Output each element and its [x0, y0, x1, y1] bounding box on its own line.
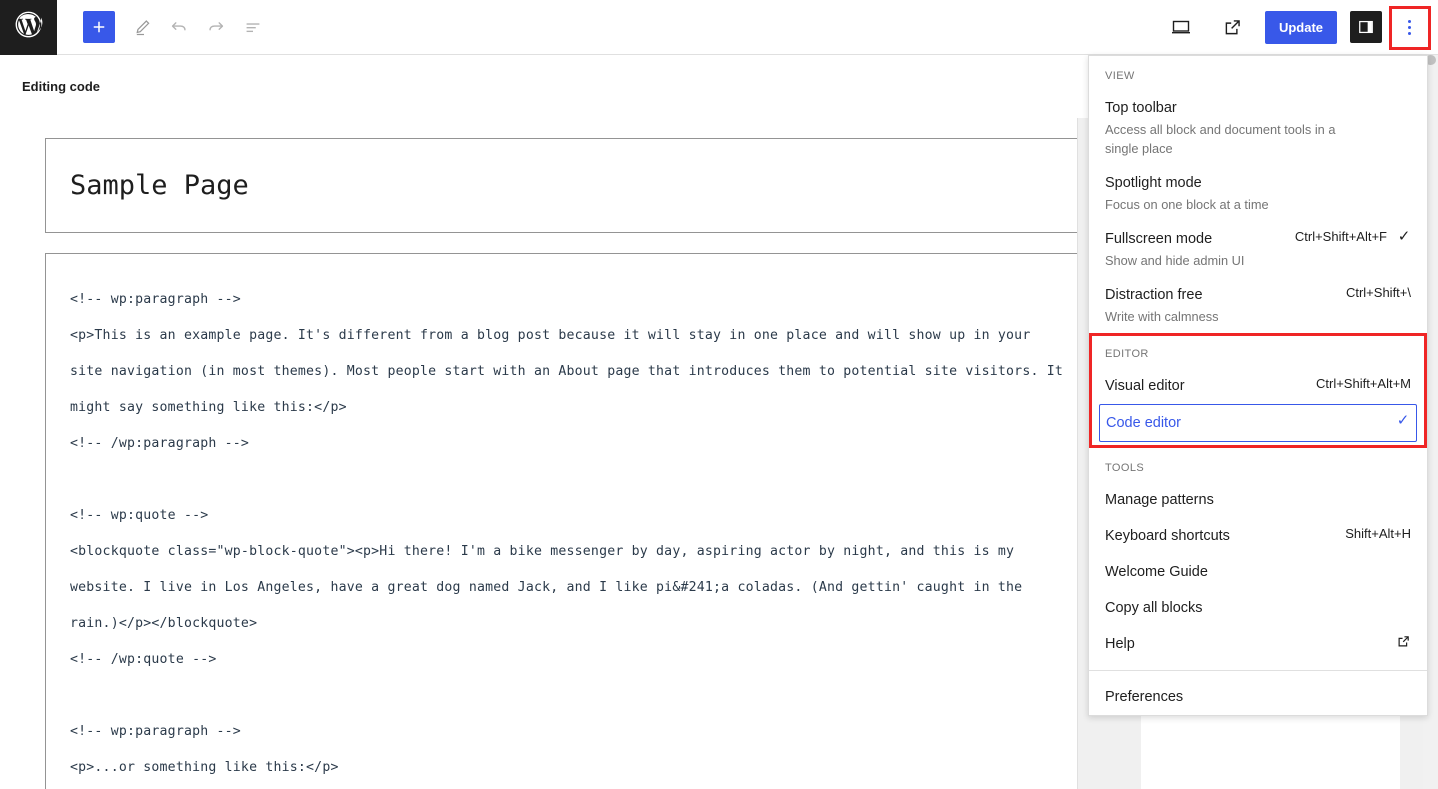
menu-item-label: Code editor [1106, 412, 1388, 434]
document-list-view-button[interactable] [235, 9, 271, 45]
menu-item-code-editor[interactable]: Code editor ✓ [1099, 404, 1417, 442]
menu-group-editor: EDITOR Visual editor Ctrl+Shift+Alt+M Code … [1089, 333, 1427, 448]
editor-top-toolbar: Update [0, 0, 1438, 55]
menu-item-keyboard-shortcuts[interactable]: Keyboard shortcuts Shift+Alt+H [1089, 518, 1427, 554]
settings-sidebar-toggle-button[interactable] [1350, 11, 1382, 43]
undo-button[interactable] [161, 9, 197, 45]
menu-item-spotlight-mode[interactable]: Spotlight modeFocus on one block at a ti… [1089, 165, 1427, 221]
code-editor-content: <!-- wp:paragraph --> <p>This is an exam… [70, 282, 1068, 786]
sidebar-panel-icon [1356, 17, 1376, 37]
preview-button[interactable] [1163, 9, 1199, 45]
menu-item-description: Show and hide admin UI [1105, 251, 1287, 270]
update-button[interactable]: Update [1265, 11, 1337, 44]
menu-item-right [1396, 633, 1411, 654]
menu-item-main: Distraction freeWrite with calmness [1105, 284, 1338, 326]
undo-arrow-icon [168, 16, 190, 38]
redo-button[interactable] [198, 9, 234, 45]
menu-item-main: Spotlight modeFocus on one block at a ti… [1105, 172, 1403, 214]
menu-group-misc: Preferences [1089, 671, 1427, 715]
menu-item-fullscreen-mode[interactable]: Fullscreen modeShow and hide admin UI Ctr… [1089, 221, 1427, 277]
menu-item-shortcut: Ctrl+Shift+Alt+M [1316, 376, 1411, 391]
menu-item-label: Top toolbar [1105, 97, 1403, 119]
menu-item-shortcut: Shift+Alt+H [1345, 526, 1411, 541]
menu-item-distraction-free[interactable]: Distraction freeWrite with calmness Ctrl+… [1089, 277, 1427, 333]
menu-item-main: Copy all blocks [1105, 597, 1403, 619]
post-title-field[interactable]: Sample Page [45, 138, 1077, 233]
menu-item-visual-editor[interactable]: Visual editor Ctrl+Shift+Alt+M [1089, 368, 1427, 404]
list-view-icon [242, 16, 264, 38]
kebab-vertical-dots-icon [1408, 20, 1411, 23]
menu-item-right: ✓ [1396, 412, 1410, 428]
menu-item-shortcut: Ctrl+Shift+Alt+F [1295, 229, 1387, 244]
menu-item-shortcut: Ctrl+Shift+\ [1346, 285, 1411, 300]
toolbar-right-group: Update [1163, 8, 1438, 46]
menu-item-label: Copy all blocks [1105, 597, 1403, 619]
tools-edit-button[interactable] [124, 9, 160, 45]
menu-item-label: Visual editor [1105, 375, 1308, 397]
menu-item-right: Shift+Alt+H [1345, 525, 1411, 541]
code-editor-canvas: Sample Page <!-- wp:paragraph --> <p>Thi… [0, 118, 1077, 789]
menu-group-tools: TOOLS Manage patterns Keyboard shortcuts Sh… [1089, 448, 1427, 662]
menu-item-main: Top toolbarAccess all block and document… [1105, 97, 1403, 158]
editing-code-label: Editing code [0, 79, 100, 94]
desktop-preview-icon [1169, 15, 1193, 39]
menu-item-right: Ctrl+Shift+Alt+F ✓ [1295, 228, 1411, 244]
menu-item-top-toolbar[interactable]: Top toolbarAccess all block and document… [1089, 90, 1427, 165]
menu-item-label: Help [1105, 633, 1388, 655]
menu-item-main: Visual editor [1105, 375, 1308, 397]
wordpress-logo-button[interactable] [0, 0, 57, 55]
menu-item-description: Access all block and document tools in a… [1105, 120, 1355, 158]
menu-group-label: VIEW [1089, 56, 1427, 90]
menu-item-label: Spotlight mode [1105, 172, 1403, 194]
menu-item-main: Code editor [1106, 412, 1388, 434]
menu-item-welcome-guide[interactable]: Welcome Guide [1089, 554, 1427, 590]
wordpress-logo-icon [13, 9, 44, 45]
menu-item-label: Distraction free [1105, 284, 1338, 306]
plus-icon [90, 18, 108, 36]
redo-arrow-icon [205, 16, 227, 38]
options-dropdown-menu: VIEW Top toolbarAccess all block and docu… [1088, 55, 1428, 716]
wordpress-block-editor: Update Editing code Exit code editor [0, 0, 1438, 789]
menu-item-main: Keyboard shortcuts [1105, 525, 1337, 547]
menu-group-view: VIEW Top toolbarAccess all block and docu… [1089, 56, 1427, 333]
menu-item-copy-all-blocks[interactable]: Copy all blocks [1089, 590, 1427, 626]
toolbar-left-group [57, 9, 273, 45]
kebab-dot-2 [1408, 26, 1411, 29]
menu-item-label: Manage patterns [1105, 489, 1403, 511]
menu-item-main: Fullscreen modeShow and hide admin UI [1105, 228, 1287, 270]
menu-item-manage-patterns[interactable]: Manage patterns [1089, 482, 1427, 518]
code-editor-textarea[interactable]: <!-- wp:paragraph --> <p>This is an exam… [45, 253, 1077, 789]
menu-item-right: Ctrl+Shift+Alt+M [1316, 375, 1411, 391]
view-site-button[interactable] [1215, 9, 1251, 45]
add-block-button[interactable] [83, 11, 115, 43]
menu-item-label: Welcome Guide [1105, 561, 1403, 583]
kebab-dot-3 [1408, 32, 1411, 35]
menu-group-label: EDITOR [1089, 334, 1427, 368]
menu-item-main: Welcome Guide [1105, 561, 1403, 583]
menu-item-label: Keyboard shortcuts [1105, 525, 1337, 547]
menu-item-right: Ctrl+Shift+\ [1346, 284, 1411, 300]
menu-group-label: TOOLS [1089, 448, 1427, 482]
menu-item-main: Preferences [1105, 686, 1403, 708]
menu-item-main: Manage patterns [1105, 489, 1403, 511]
menu-item-description: Focus on one block at a time [1105, 195, 1355, 214]
post-title-value: Sample Page [46, 170, 249, 201]
menu-item-label: Preferences [1105, 686, 1403, 708]
external-link-icon [1222, 17, 1243, 38]
menu-item-preferences[interactable]: Preferences [1089, 679, 1427, 715]
external-link-icon [1396, 634, 1411, 654]
menu-spacer [1089, 671, 1427, 679]
options-menu-container [1391, 8, 1427, 46]
checkmark-icon: ✓ [1397, 229, 1411, 244]
options-menu-button[interactable] [1393, 11, 1425, 43]
menu-item-main: Help [1105, 633, 1388, 655]
checkmark-icon: ✓ [1396, 413, 1410, 428]
pencil-edit-icon [132, 17, 153, 38]
menu-item-description: Write with calmness [1105, 307, 1338, 326]
menu-item-label: Fullscreen mode [1105, 228, 1287, 250]
menu-item-help[interactable]: Help [1089, 626, 1427, 662]
